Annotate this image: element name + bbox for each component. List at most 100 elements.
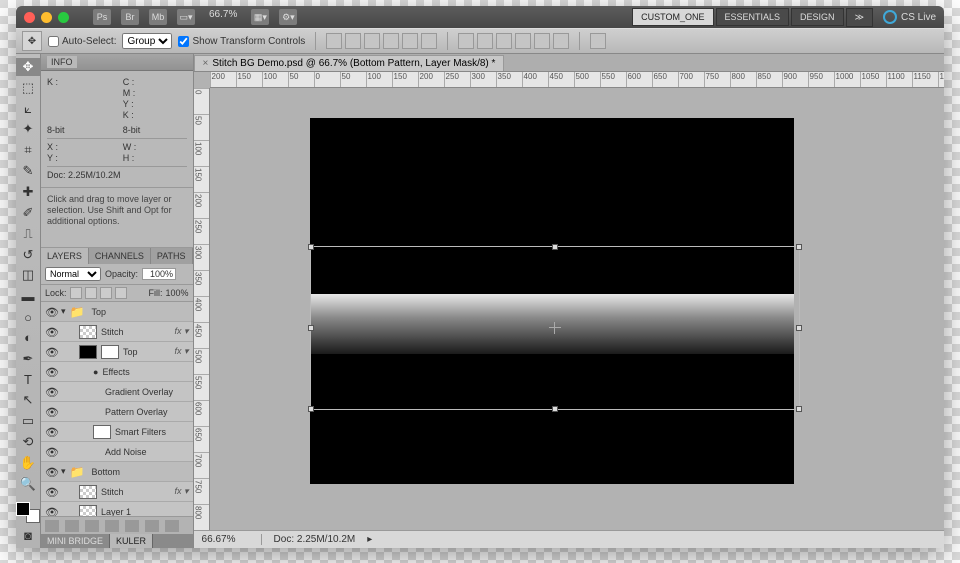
visibility-icon[interactable]: 👁 xyxy=(45,326,57,338)
align-top-icon[interactable] xyxy=(326,33,342,49)
close-icon[interactable] xyxy=(24,12,35,23)
visibility-icon[interactable]: 👁 xyxy=(45,506,57,517)
workspace-design[interactable]: DESIGN xyxy=(791,8,844,26)
layer-name[interactable]: Stitch xyxy=(101,327,171,337)
eyedropper-tool[interactable]: ✎ xyxy=(16,162,40,180)
align-hcenter-icon[interactable] xyxy=(402,33,418,49)
handle-top-right[interactable] xyxy=(796,244,802,250)
trash-icon[interactable] xyxy=(165,520,179,532)
visibility-icon[interactable]: 👁 xyxy=(45,346,57,358)
hand-tool[interactable]: ✋ xyxy=(16,454,40,472)
layer-name[interactable]: Top xyxy=(92,307,189,317)
pen-tool[interactable]: ✒ xyxy=(16,350,40,368)
layer-row[interactable]: 👁Pattern Overlay xyxy=(41,402,193,422)
arrange-docs-icon[interactable]: ▦▾ xyxy=(251,9,269,25)
minimize-icon[interactable] xyxy=(41,12,52,23)
layer-row[interactable]: 👁Stitchfx ▾ xyxy=(41,322,193,342)
mask-thumb[interactable] xyxy=(101,345,119,359)
layer-name[interactable]: Bottom xyxy=(92,467,189,477)
ruler-horizontal[interactable]: 2001501005005010015020025030035040045050… xyxy=(210,72,944,88)
layer-name[interactable]: Top xyxy=(123,347,171,357)
opacity-value[interactable]: 100% xyxy=(142,268,176,280)
canvas-background[interactable] xyxy=(210,88,944,530)
move-tool[interactable]: ✥ xyxy=(16,58,40,76)
show-transform-checkbox[interactable]: Show Transform Controls xyxy=(178,36,305,47)
layer-thumb[interactable] xyxy=(79,505,97,517)
visibility-icon[interactable]: 👁 xyxy=(45,466,57,478)
handle-mid-right[interactable] xyxy=(796,325,802,331)
layer-name[interactable]: Smart Filters xyxy=(115,427,189,437)
lock-all-icon[interactable] xyxy=(115,287,127,299)
close-tab-icon[interactable]: × xyxy=(203,58,209,69)
workspace-more-icon[interactable]: ≫ xyxy=(846,8,873,27)
adjustment-layer-icon[interactable] xyxy=(105,520,119,532)
zoom-tool[interactable]: 🔍 xyxy=(16,475,40,493)
bridge-icon[interactable]: Br xyxy=(121,9,139,25)
align-vcenter-icon[interactable] xyxy=(345,33,361,49)
disclosure-icon[interactable]: ▾ xyxy=(61,466,66,477)
link-layers-icon[interactable] xyxy=(45,520,59,532)
3d-tool[interactable]: ⟲ xyxy=(16,433,40,451)
status-zoom[interactable]: 66.67% xyxy=(202,534,262,545)
layer-row[interactable]: 👁▾📁Bottom xyxy=(41,462,193,482)
eraser-tool[interactable]: ◫ xyxy=(16,266,40,284)
visibility-icon[interactable]: 👁 xyxy=(45,366,57,378)
dodge-tool[interactable]: ◐ xyxy=(16,329,40,347)
dist-vcenter-icon[interactable] xyxy=(477,33,493,49)
handle-bottom-right[interactable] xyxy=(796,406,802,412)
dist-top-icon[interactable] xyxy=(458,33,474,49)
color-swatches[interactable] xyxy=(16,502,40,523)
extras-icon[interactable]: ⚙▾ xyxy=(279,9,297,25)
align-left-icon[interactable] xyxy=(383,33,399,49)
dist-left-icon[interactable] xyxy=(515,33,531,49)
layers-list[interactable]: 👁▾📁Top👁Stitchfx ▾👁Topfx ▾👁●Effects👁Gradi… xyxy=(41,302,193,516)
artboard[interactable] xyxy=(310,118,794,484)
layer-name[interactable]: Stitch xyxy=(101,487,171,497)
stamp-tool[interactable]: ⎍ xyxy=(16,225,40,243)
ps-logo-icon[interactable]: Ps xyxy=(93,9,111,25)
tab-paths[interactable]: PATHS xyxy=(151,248,193,264)
layer-mask-icon[interactable] xyxy=(85,520,99,532)
dist-hcenter-icon[interactable] xyxy=(534,33,550,49)
layer-row[interactable]: 👁Add Noise xyxy=(41,442,193,462)
layer-row[interactable]: 👁●Effects xyxy=(41,362,193,382)
layer-name[interactable]: Gradient Overlay xyxy=(105,387,189,397)
heal-tool[interactable]: ✚ xyxy=(16,183,40,201)
status-arrow-icon[interactable]: ▸ xyxy=(367,534,372,545)
lock-pixels-icon[interactable] xyxy=(85,287,97,299)
layer-name[interactable]: Layer 1 xyxy=(101,507,189,517)
tab-layers[interactable]: LAYERS xyxy=(41,248,89,264)
disclosure-icon[interactable]: ▾ xyxy=(61,306,66,317)
align-bottom-icon[interactable] xyxy=(364,33,380,49)
layer-row[interactable]: 👁Gradient Overlay xyxy=(41,382,193,402)
ruler-vertical[interactable]: 0501001502002503003504004505005506006507… xyxy=(194,88,210,530)
minibridge-icon[interactable]: Mb xyxy=(149,9,167,25)
fx-badge[interactable]: fx ▾ xyxy=(175,486,189,497)
auto-align-icon[interactable] xyxy=(590,33,606,49)
shape-tool[interactable]: ▭ xyxy=(16,412,40,430)
tab-channels[interactable]: CHANNELS xyxy=(89,248,151,264)
path-tool[interactable]: ↖ xyxy=(16,392,40,410)
quickmask-icon[interactable]: ◙ xyxy=(16,526,40,544)
lasso-tool[interactable]: ⟀ xyxy=(16,100,40,118)
layer-name[interactable]: Pattern Overlay xyxy=(105,407,189,417)
brush-tool[interactable]: ✐ xyxy=(16,204,40,222)
lock-position-icon[interactable] xyxy=(100,287,112,299)
workspace-custom[interactable]: CUSTOM_ONE xyxy=(632,8,713,26)
visibility-icon[interactable]: 👁 xyxy=(45,486,57,498)
layer-row[interactable]: 👁 Stitch fx ▾ xyxy=(41,482,193,502)
fg-color-swatch[interactable] xyxy=(16,502,30,516)
group-icon[interactable] xyxy=(125,520,139,532)
tab-minibridge[interactable]: MINI BRIDGE xyxy=(41,534,110,548)
wand-tool[interactable]: ✦ xyxy=(16,121,40,139)
visibility-icon[interactable]: 👁 xyxy=(45,426,57,438)
auto-select-dropdown[interactable]: Group xyxy=(122,33,172,49)
dist-bottom-icon[interactable] xyxy=(496,33,512,49)
screen-mode-icon[interactable]: ▭▾ xyxy=(177,9,195,25)
history-brush-tool[interactable]: ↺ xyxy=(16,246,40,264)
workspace-essentials[interactable]: ESSENTIALS xyxy=(716,8,790,26)
dist-right-icon[interactable] xyxy=(553,33,569,49)
blur-tool[interactable]: ○ xyxy=(16,308,40,326)
fx-badge[interactable]: fx ▾ xyxy=(175,346,189,357)
info-tab[interactable]: INFO xyxy=(47,56,77,68)
